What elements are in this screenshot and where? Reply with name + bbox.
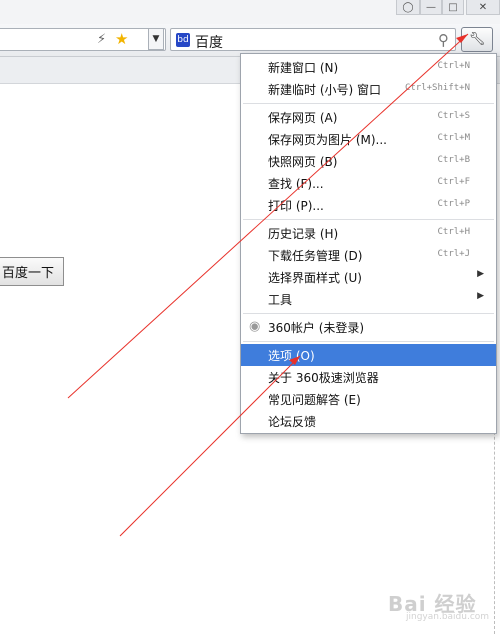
annotation-arrows bbox=[67, 33, 469, 537]
watermark-url: jingyan.baidu.com bbox=[406, 612, 490, 622]
arrowhead-icon bbox=[289, 356, 300, 365]
arrowhead-icon bbox=[456, 34, 468, 43]
annotation-arrow-to-menu-button bbox=[67, 33, 469, 399]
annotation-arrow-to-options bbox=[119, 355, 301, 537]
